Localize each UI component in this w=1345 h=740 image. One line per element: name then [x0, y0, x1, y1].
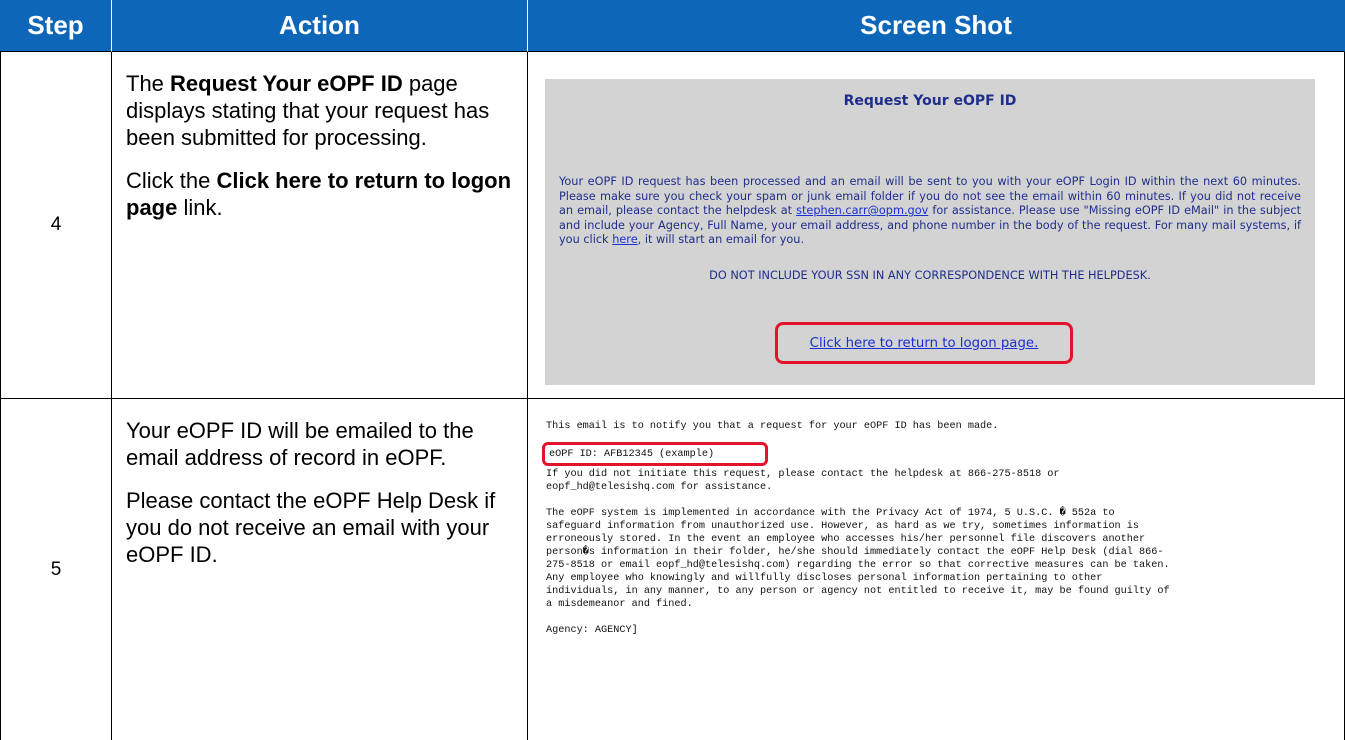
- action-cell-4: The Request Your eOPF ID page displays s…: [112, 52, 528, 399]
- email-line: a misdemeanor and fined.: [546, 599, 693, 610]
- email-line: The eOPF system is implemented in accord…: [546, 508, 1115, 519]
- action-paragraph: Click the Click here to return to logon …: [126, 167, 513, 221]
- eopf-id-line: eOPF ID: AFB12345 (example): [549, 448, 715, 460]
- action-text: The: [126, 71, 171, 96]
- header-screenshot: Screen Shot: [528, 0, 1345, 52]
- panel-title: Request Your eOPF ID: [843, 93, 1017, 109]
- action-paragraph: Please contact the eOPF Help Desk if you…: [126, 488, 496, 567]
- ssn-warning: DO NOT INCLUDE YOUR SSN IN ANY CORRESPON…: [709, 269, 1151, 282]
- action-paragraph: Your eOPF ID will be emailed to the emai…: [126, 418, 474, 470]
- confirmation-message: Your eOPF ID request has been processed …: [559, 175, 1301, 248]
- header-step: Step: [0, 0, 112, 52]
- email-line: 275-8518 or email eopf_hd@telesishq.com)…: [546, 560, 1170, 571]
- message-text: , it will start an email for you.: [637, 233, 805, 246]
- action-bold-text: Request Your eOPF ID: [170, 71, 403, 96]
- action-cell-5: Your eOPF ID will be emailed to the emai…: [112, 399, 528, 740]
- email-line: This email is to notify you that a reque…: [546, 421, 999, 432]
- email-line: If you did not initiate this request, pl…: [546, 469, 1060, 480]
- header-action: Action: [112, 0, 528, 52]
- action-text: Click the: [126, 168, 217, 193]
- action-paragraph: The Request Your eOPF ID page displays s…: [126, 70, 513, 151]
- email-line: eopf_hd@telesishq.com for assistance.: [546, 482, 773, 493]
- here-link[interactable]: here: [612, 233, 637, 246]
- email-line: Agency: AGENCY]: [546, 625, 638, 636]
- procedure-table: Step Action Screen Shot 4 The Request Yo…: [0, 0, 1345, 740]
- email-line: safeguard information from unauthorized …: [546, 521, 1140, 532]
- helpdesk-email-link[interactable]: stephen.carr@opm.gov: [796, 204, 928, 217]
- request-eopf-id-panel: Request Your eOPF ID Your eOPF ID reques…: [545, 79, 1315, 385]
- email-line: individuals, in any manner, to any perso…: [546, 586, 1170, 597]
- return-link-highlight: Click here to return to logon page.: [775, 322, 1073, 364]
- eopf-id-highlight: eOPF ID: AFB12345 (example): [542, 442, 768, 466]
- screenshot-cell-4: Request Your eOPF ID Your eOPF ID reques…: [528, 52, 1345, 399]
- step-number-4: 4: [0, 52, 112, 399]
- email-line: Any employee who knowingly and willfully…: [546, 573, 1103, 584]
- step-number-5: 5: [0, 399, 112, 740]
- screenshot-cell-5: This email is to notify you that a reque…: [528, 399, 1345, 740]
- action-text: link.: [177, 195, 223, 220]
- email-screenshot: This email is to notify you that a reque…: [542, 420, 1326, 637]
- email-line: erroneously stored. In the event an empl…: [546, 534, 1146, 545]
- email-line: person�s information in their folder, he…: [546, 547, 1164, 558]
- return-to-logon-link[interactable]: Click here to return to logon page.: [810, 336, 1039, 351]
